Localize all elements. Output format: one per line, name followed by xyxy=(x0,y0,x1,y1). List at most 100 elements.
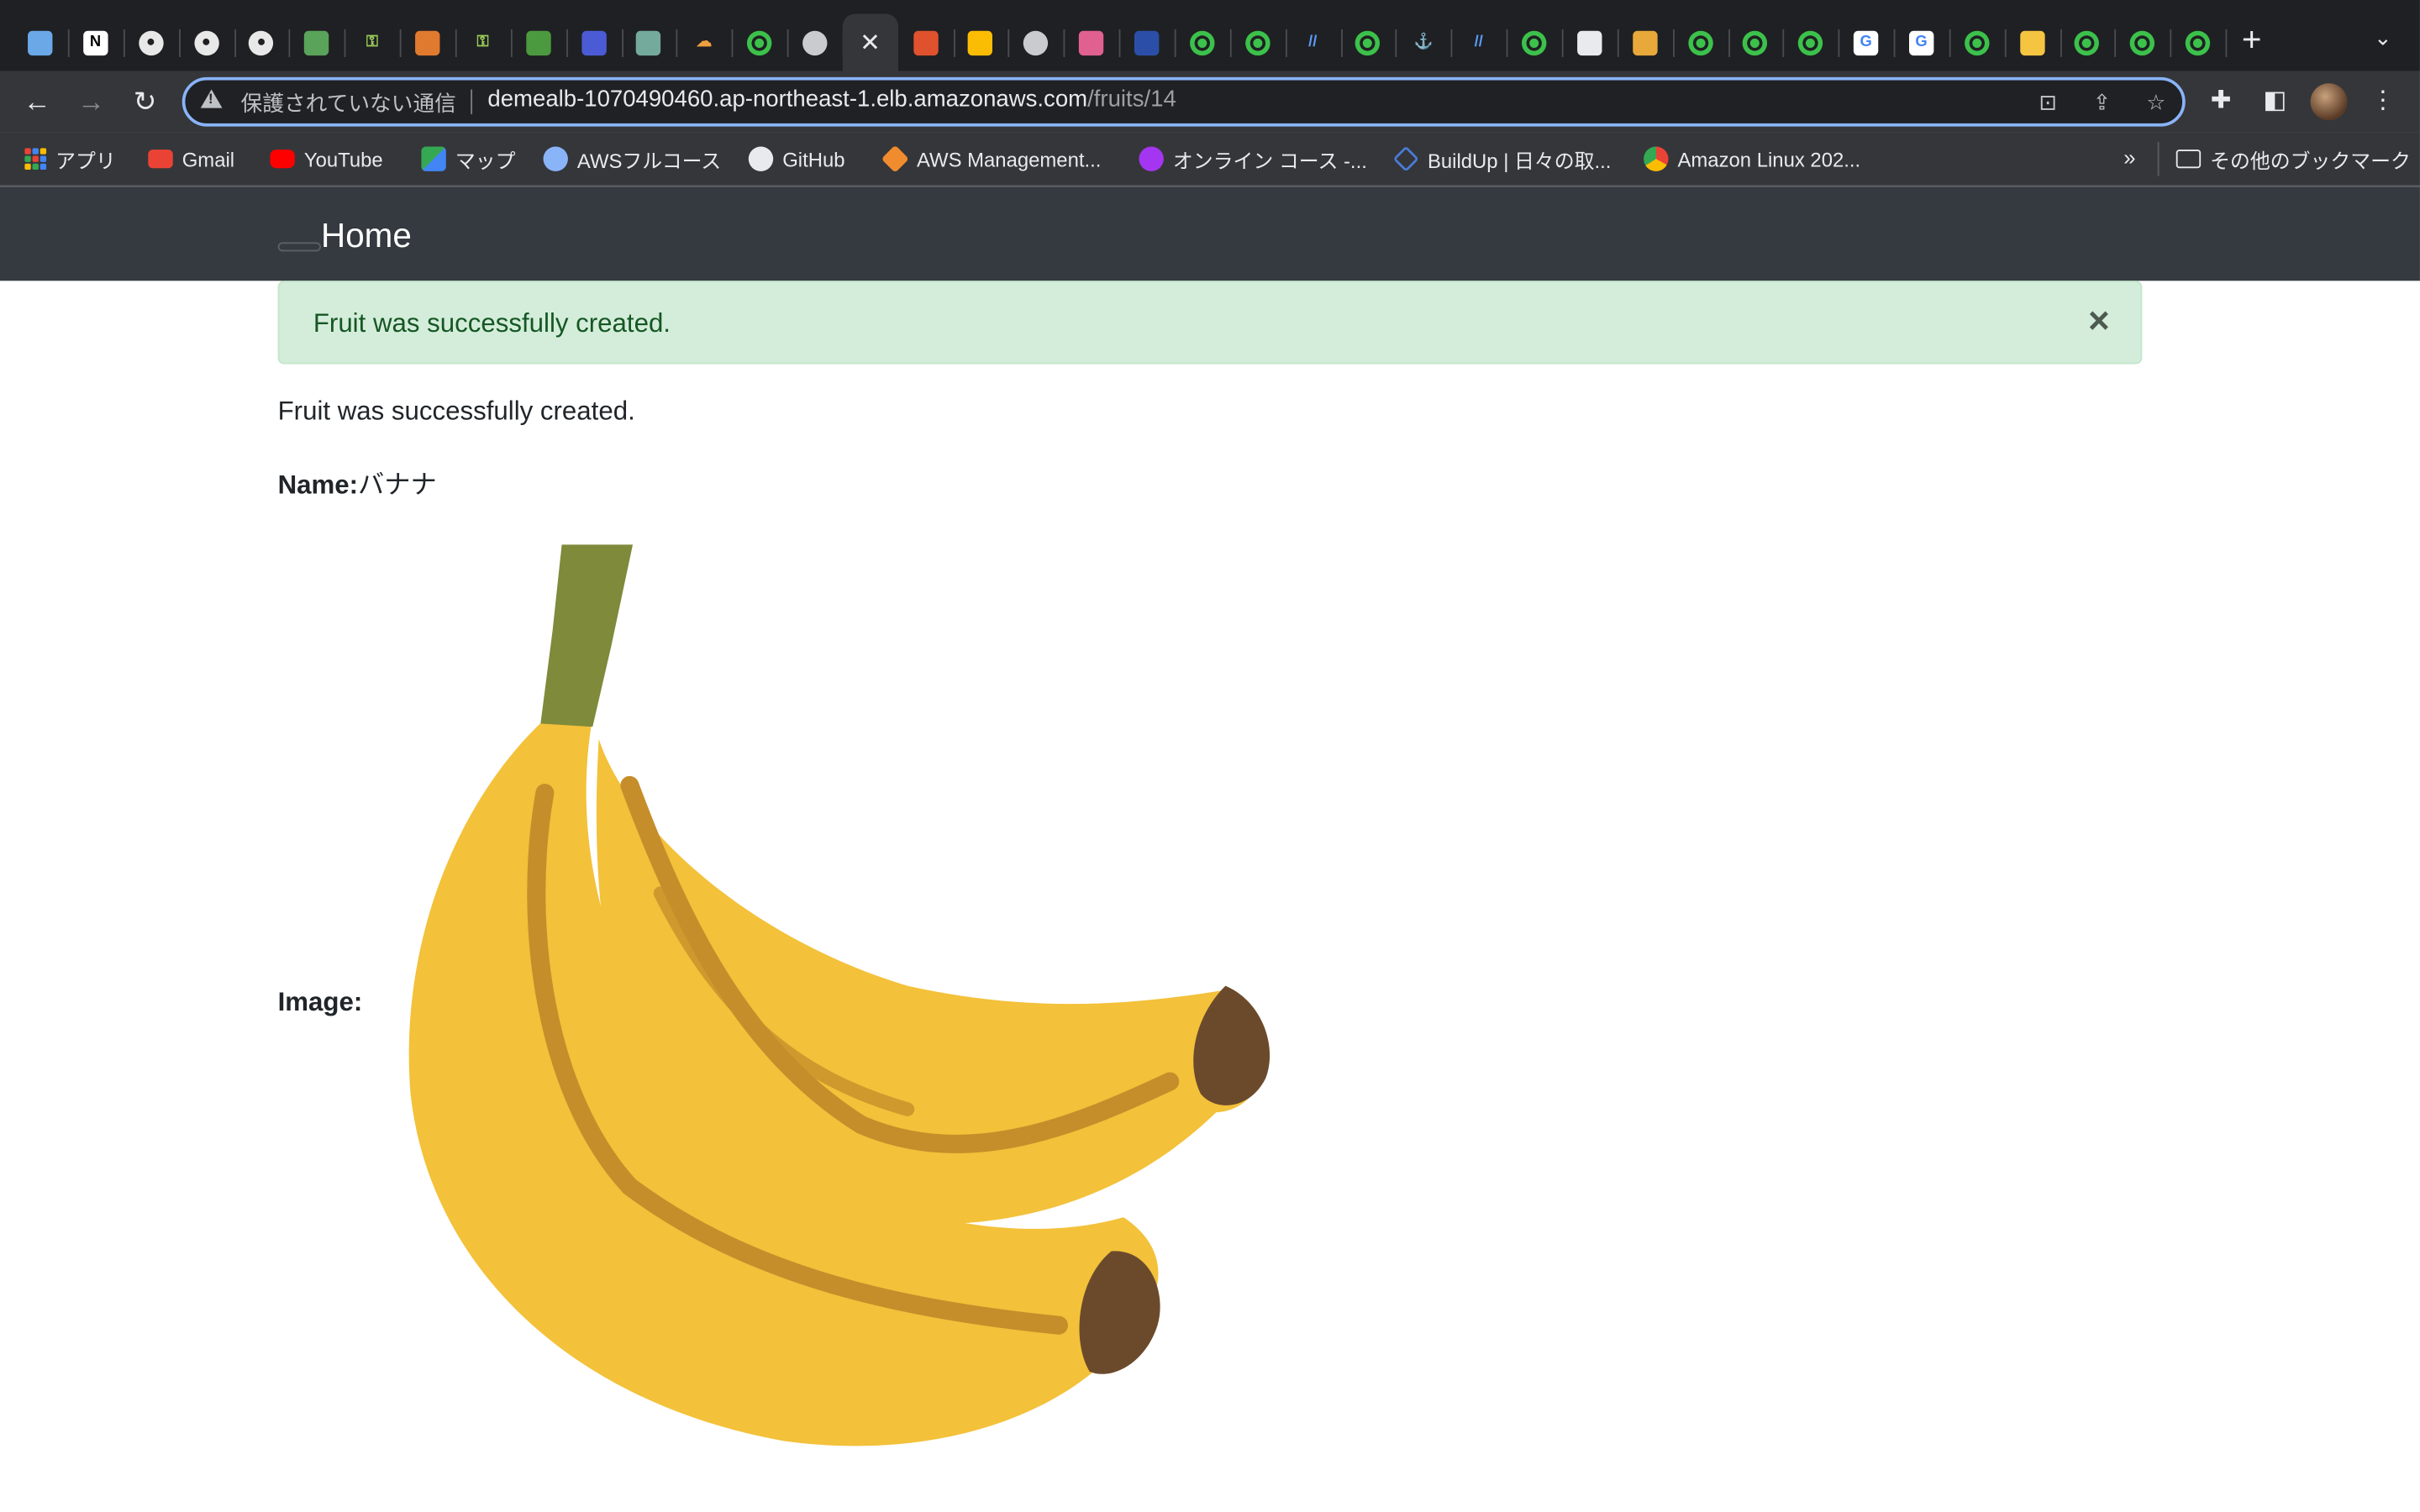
url-text[interactable]: demealb-1070490460.ap-northeast-1.elb.am… xyxy=(487,87,1176,113)
notice-text: Fruit was successfully created. xyxy=(277,396,635,426)
new-tab-button[interactable]: + xyxy=(2233,21,2270,59)
browser-tab[interactable] xyxy=(13,14,70,71)
browser-tab[interactable] xyxy=(2170,14,2228,71)
browser-tab[interactable] xyxy=(1008,14,1065,71)
browser-tab[interactable] xyxy=(953,14,1011,71)
share-icon[interactable]: ⇪ xyxy=(2088,88,2116,116)
bookmark-label: Amazon Linux 202... xyxy=(1677,147,1861,171)
browser-tab[interactable] xyxy=(1064,14,1121,71)
github-icon: ● xyxy=(193,29,218,55)
name-field: Name:バナナ xyxy=(278,463,437,501)
bookmark-star-icon[interactable]: ☆ xyxy=(2142,88,2170,116)
other-bookmarks-folder[interactable]: その他のブックマーク xyxy=(2175,145,2411,173)
browser-tab[interactable] xyxy=(1174,14,1232,71)
bookmark-buildup[interactable]: BuildUp | 日々の取... xyxy=(1392,145,1612,173)
chrome-icon xyxy=(968,29,993,55)
browser-tab[interactable]: ⚓ xyxy=(1396,14,1453,71)
bookmark-amazon-linux[interactable]: Amazon Linux 202... xyxy=(1644,145,1860,173)
tab-separator xyxy=(2225,29,2228,57)
browser-tab[interactable]: ✕ xyxy=(842,13,898,71)
green-ring-icon xyxy=(1355,29,1381,55)
browser-tab[interactable]: ● xyxy=(123,14,181,71)
profile-avatar[interactable] xyxy=(2310,83,2348,121)
browser-tab[interactable]: ● xyxy=(234,14,292,71)
warning-icon[interactable] xyxy=(200,89,223,108)
browser-tab[interactable] xyxy=(1783,14,1840,71)
browser-tab[interactable] xyxy=(510,14,568,71)
forward-arrow-icon[interactable]: → xyxy=(72,83,109,120)
browser-tab[interactable] xyxy=(897,14,955,71)
browser-tab[interactable] xyxy=(1229,14,1287,71)
browser-tab[interactable]: ☁ xyxy=(676,14,734,71)
extensions-puzzle-icon[interactable]: ✚ xyxy=(2202,83,2239,120)
tab-strip: N ● ● ● ⚿ ⚿ ☁ ✕ // ⚓ // G G + ⌄ xyxy=(0,0,2420,71)
browser-tab[interactable] xyxy=(566,14,623,71)
google-icon: G xyxy=(1908,29,1934,55)
browser-tab[interactable] xyxy=(2115,14,2172,71)
close-icon[interactable]: ✕ xyxy=(860,27,881,58)
side-panel-icon[interactable]: ◧ xyxy=(2256,83,2293,120)
bookmark-online-course[interactable]: オンライン コース -... xyxy=(1139,145,1367,173)
bookmark-label: BuildUp | 日々の取... xyxy=(1427,149,1612,172)
browser-tab[interactable] xyxy=(1119,14,1176,71)
green-ring-icon xyxy=(2075,29,2100,55)
notion-icon: N xyxy=(82,29,108,55)
bookmark-aws-full-course[interactable]: AWSフルコース xyxy=(543,145,722,173)
browser-tab[interactable] xyxy=(1728,14,1785,71)
bookmark-label: AWSフルコース xyxy=(576,149,722,172)
browser-tab[interactable] xyxy=(787,14,844,71)
browser-tab[interactable]: G xyxy=(1893,14,1951,71)
bookmark-github[interactable]: GitHub xyxy=(748,145,845,173)
bookmark-maps[interactable]: マップ xyxy=(421,145,515,173)
key-icon: ⚿ xyxy=(476,34,489,51)
browser-tab[interactable] xyxy=(1507,14,1564,71)
browser-tab[interactable] xyxy=(1340,14,1397,71)
browser-tab[interactable] xyxy=(289,14,346,71)
browser-tab[interactable] xyxy=(2004,14,2062,71)
security-status[interactable]: 保護されていない通信 xyxy=(241,88,456,119)
udemy-icon xyxy=(1139,146,1164,171)
browser-tab[interactable] xyxy=(621,14,678,71)
browser-tab[interactable] xyxy=(1672,14,1730,71)
browser-tab[interactable]: ⚿ xyxy=(455,14,513,71)
browser-tab[interactable] xyxy=(400,14,457,71)
web-page: Home Fruit was successfully created. × F… xyxy=(0,186,2420,1512)
browser-tab[interactable] xyxy=(732,14,789,71)
name-value: バナナ xyxy=(358,470,437,501)
browser-tab[interactable]: G xyxy=(1839,14,1896,71)
other-bookmarks-label: その他のブックマーク xyxy=(2210,149,2411,172)
browser-tab[interactable]: N xyxy=(68,14,125,71)
browser-tab[interactable] xyxy=(1617,14,1675,71)
bookmark-label: オンライン コース -... xyxy=(1172,149,1367,172)
browser-tab[interactable] xyxy=(1949,14,2007,71)
green-ring-icon xyxy=(1521,29,1547,55)
success-alert: Fruit was successfully created. × xyxy=(277,281,2143,365)
github-icon: ● xyxy=(249,29,274,55)
reload-icon[interactable]: ↻ xyxy=(127,83,164,120)
browser-tab[interactable]: // xyxy=(1451,14,1508,71)
chrome-icon xyxy=(1644,146,1669,171)
bookmarks-overflow-chevron[interactable]: » xyxy=(2123,145,2135,170)
bookmark-apps[interactable]: アプリ xyxy=(24,145,116,173)
browser-tab[interactable]: ● xyxy=(178,14,236,71)
browser-tab[interactable]: ⚿ xyxy=(345,14,402,71)
image-label: Image: xyxy=(277,987,363,1017)
translate-icon[interactable]: ⊡ xyxy=(2034,88,2062,116)
tab-search-chevron-icon[interactable]: ⌄ xyxy=(2367,22,2398,53)
address-bar[interactable]: 保護されていない通信 demealb-1070490460.ap-northea… xyxy=(182,76,2186,127)
bookmark-gmail[interactable]: Gmail xyxy=(148,145,234,173)
navbar-toggler-button[interactable] xyxy=(277,242,322,252)
alert-close-icon[interactable]: × xyxy=(2088,303,2110,341)
green-ring-icon xyxy=(2130,29,2155,55)
back-arrow-icon[interactable]: ← xyxy=(18,83,55,120)
browser-tab[interactable]: // xyxy=(1285,14,1343,71)
green-ring-icon xyxy=(1798,29,1823,55)
bookmark-aws-management[interactable]: AWS Management... xyxy=(881,144,1101,173)
bookmark-youtube[interactable]: YouTube xyxy=(270,145,383,173)
aws-cube-icon xyxy=(881,144,909,173)
navbar-brand-home-link[interactable]: Home xyxy=(321,216,412,256)
kebab-menu-icon[interactable]: ⋮ xyxy=(2365,83,2402,120)
browser-tab[interactable] xyxy=(1561,14,1619,71)
browser-tab[interactable] xyxy=(2060,14,2117,71)
emoji-icon xyxy=(2019,29,2044,55)
